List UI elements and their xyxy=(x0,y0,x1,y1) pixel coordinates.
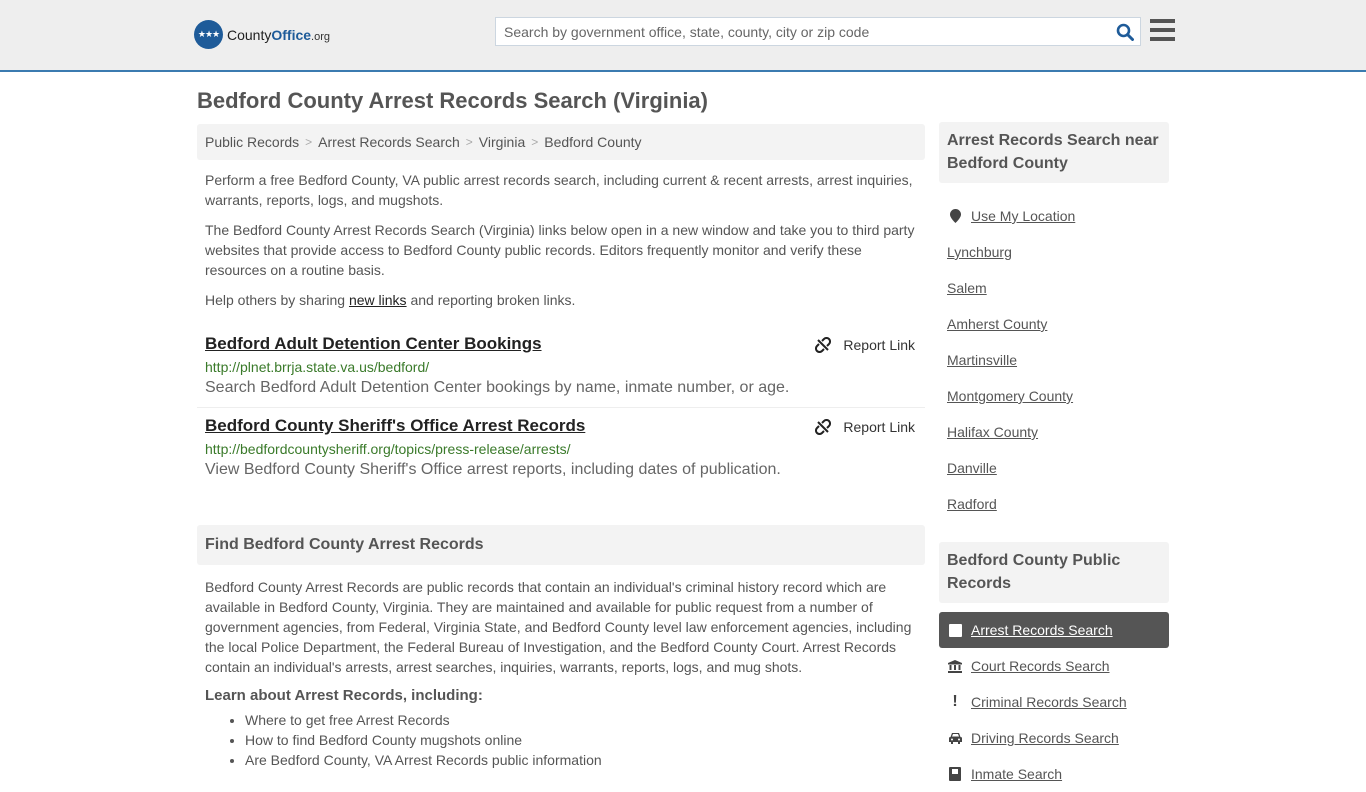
eagle-stars-icon: ★★★ xyxy=(194,20,223,49)
breadcrumb-virginia[interactable]: Virginia xyxy=(479,134,525,150)
intro-paragraph-2: The Bedford County Arrest Records Search… xyxy=(205,222,915,278)
nearby-link-salem[interactable]: Salem xyxy=(947,280,987,296)
sidebar-link-label[interactable]: Criminal Records Search xyxy=(971,694,1127,710)
resource-link-url[interactable]: http://plnet.brrja.state.va.us/bedford/ xyxy=(205,359,917,375)
broken-link-icon xyxy=(815,419,832,435)
intro-p3-after: and reporting broken links. xyxy=(406,292,576,308)
use-my-location-link[interactable]: Use My Location xyxy=(971,208,1075,224)
breadcrumb-separator: > xyxy=(465,135,473,149)
breadcrumb: Public Records > Arrest Records Search >… xyxy=(197,124,925,160)
learn-list: Where to get free Arrest Records How to … xyxy=(245,710,925,770)
report-link-button[interactable]: Report Link xyxy=(815,337,915,353)
nearby-link-martinsville[interactable]: Martinsville xyxy=(947,352,1017,368)
sidebar-link-label[interactable]: Driving Records Search xyxy=(971,730,1119,746)
logo-county: County xyxy=(227,26,272,43)
inmate-icon xyxy=(947,767,963,781)
intro-paragraph-3: Help others by sharing new links and rep… xyxy=(197,290,925,310)
sidebar-item-driving-records-search[interactable]: Driving Records Search xyxy=(939,720,1169,756)
breadcrumb-separator: > xyxy=(531,135,539,149)
find-records-heading: Find Bedford County Arrest Records xyxy=(197,525,925,565)
nearby-item[interactable]: Montgomery County xyxy=(939,378,1169,414)
nearby-list: Use My Location Lynchburg Salem Amherst … xyxy=(939,198,1169,522)
site-logo[interactable]: ★★★ CountyOffice.org xyxy=(194,20,330,49)
sidebar-item-inmate-search[interactable]: Inmate Search xyxy=(939,756,1169,792)
sidebar-item-criminal-records-search[interactable]: ! Criminal Records Search xyxy=(939,684,1169,720)
sidebar-link-label[interactable]: Arrest Records Search xyxy=(971,622,1113,638)
learn-heading: Learn about Arrest Records, including: xyxy=(205,687,483,704)
nearby-link-halifax-county[interactable]: Halifax County xyxy=(947,424,1038,440)
nearby-item[interactable]: Martinsville xyxy=(939,342,1169,378)
map-marker-icon xyxy=(947,209,963,223)
search-bar xyxy=(495,17,1141,46)
breadcrumb-separator: > xyxy=(305,135,313,149)
nearby-item[interactable]: Salem xyxy=(939,270,1169,306)
sidebar-link-label[interactable]: Inmate Search xyxy=(971,766,1062,782)
nearby-link-lynchburg[interactable]: Lynchburg xyxy=(947,244,1012,260)
use-my-location-item[interactable]: Use My Location xyxy=(939,198,1169,234)
resource-link-title[interactable]: Bedford County Sheriff's Office Arrest R… xyxy=(205,416,585,436)
nearby-item[interactable]: Radford xyxy=(939,486,1169,522)
intro-text: Perform a free Bedford County, VA public… xyxy=(197,170,925,310)
sidebar-item-court-records-search[interactable]: Court Records Search xyxy=(939,648,1169,684)
sidebar-item-arrest-records-search[interactable]: Arrest Records Search xyxy=(939,612,1169,648)
resource-link-item: Bedford County Sheriff's Office Arrest R… xyxy=(197,407,925,489)
page-title: Bedford County Arrest Records Search (Vi… xyxy=(197,88,708,113)
search-input[interactable] xyxy=(496,23,1110,40)
hamburger-menu-icon[interactable] xyxy=(1150,19,1175,41)
logo-text: CountyOffice.org xyxy=(227,27,330,43)
nearby-item[interactable]: Danville xyxy=(939,450,1169,486)
report-link-button[interactable]: Report Link xyxy=(815,419,915,435)
resource-link-url[interactable]: http://bedfordcountysheriff.org/topics/p… xyxy=(205,441,917,457)
resource-link-item: Bedford Adult Detention Center Bookings … xyxy=(197,326,925,407)
nearby-link-amherst-county[interactable]: Amherst County xyxy=(947,316,1047,332)
resource-link-description: Search Bedford Adult Detention Center bo… xyxy=(205,379,790,396)
square-icon xyxy=(947,623,963,637)
broken-link-icon xyxy=(815,337,832,353)
sidebar: Arrest Records Search near Bedford Count… xyxy=(939,122,1169,792)
public-records-list: Arrest Records Search Court Records Sear… xyxy=(939,612,1169,792)
exclamation-icon: ! xyxy=(952,693,958,710)
report-link-label: Report Link xyxy=(843,337,915,353)
breadcrumb-arrest-records-search[interactable]: Arrest Records Search xyxy=(318,134,460,150)
learn-list-item: How to find Bedford County mugshots onli… xyxy=(245,730,925,750)
report-link-label: Report Link xyxy=(843,419,915,435)
public-records-heading: Bedford County Public Records xyxy=(939,542,1169,603)
resource-link-description: View Bedford County Sheriff's Office arr… xyxy=(205,461,781,478)
car-icon xyxy=(947,732,963,744)
nearby-item[interactable]: Lynchburg xyxy=(939,234,1169,270)
site-header: ★★★ CountyOffice.org xyxy=(0,0,1366,72)
main-content: Public Records > Arrest Records Search >… xyxy=(197,124,925,770)
new-links-link[interactable]: new links xyxy=(349,292,407,308)
courthouse-icon xyxy=(947,659,963,673)
nearby-link-montgomery-county[interactable]: Montgomery County xyxy=(947,388,1073,404)
nearby-link-danville[interactable]: Danville xyxy=(947,460,997,476)
nearby-link-radford[interactable]: Radford xyxy=(947,496,997,512)
breadcrumb-bedford-county: Bedford County xyxy=(544,134,642,150)
logo-office: Office xyxy=(271,26,312,43)
find-records-body: Bedford County Arrest Records are public… xyxy=(205,579,912,675)
resource-link-title[interactable]: Bedford Adult Detention Center Bookings xyxy=(205,334,542,354)
resource-links: Bedford Adult Detention Center Bookings … xyxy=(197,326,925,489)
logo-org: .org xyxy=(311,30,331,43)
intro-p3-before: Help others by sharing xyxy=(205,292,349,308)
nearby-item[interactable]: Amherst County xyxy=(939,306,1169,342)
sidebar-link-label[interactable]: Court Records Search xyxy=(971,658,1110,674)
search-icon[interactable] xyxy=(1110,23,1140,41)
nearby-heading: Arrest Records Search near Bedford Count… xyxy=(939,122,1169,183)
intro-paragraph-1: Perform a free Bedford County, VA public… xyxy=(205,172,913,208)
nearby-item[interactable]: Halifax County xyxy=(939,414,1169,450)
learn-list-item: Are Bedford County, VA Arrest Records pu… xyxy=(245,750,925,770)
learn-list-item: Where to get free Arrest Records xyxy=(245,710,925,730)
breadcrumb-public-records[interactable]: Public Records xyxy=(205,134,299,150)
